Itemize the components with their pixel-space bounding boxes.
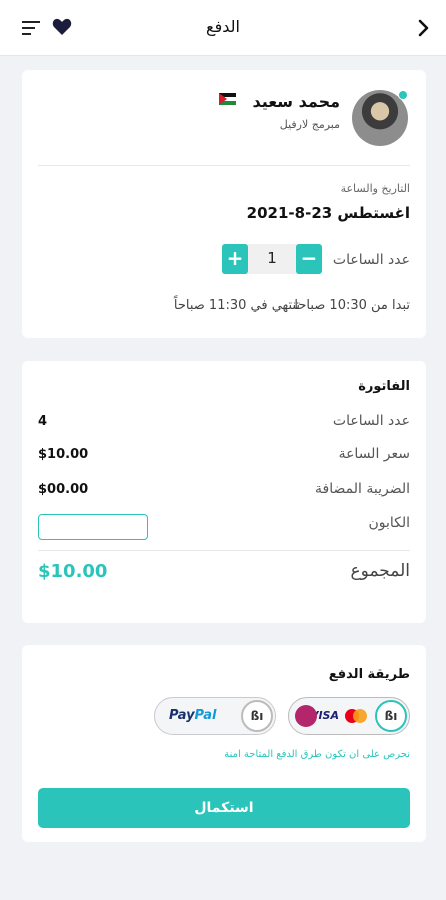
date-label: التاريخ والساعة: [340, 182, 410, 195]
wallet-icon: [295, 705, 317, 727]
date-value: اغستطس 23-8-2021: [246, 204, 410, 222]
divider: [38, 165, 410, 166]
paypal-logo: PayPal: [169, 708, 216, 723]
invoice-title: الفاتورة: [358, 379, 410, 394]
teacher-booking-card: محمد سعيد مبرمج لارفيل التاريخ والساعة ا…: [22, 70, 426, 338]
radio-logo-icon: ßı: [241, 700, 273, 732]
invoice-row-value: $00.00: [38, 482, 89, 497]
paypal-label-b: Pal: [194, 708, 217, 723]
selected-radio-logo-icon: ßı: [375, 700, 407, 732]
invoice-row-label: الضريبة المضافة: [315, 481, 410, 497]
hours-stepper: − 1 +: [222, 244, 322, 274]
payment-card: طريقة الدفع ßı VISA ßı PayPal نحرص على ا…: [22, 645, 426, 842]
mastercard-icon: [345, 709, 367, 723]
coupon-input[interactable]: [38, 514, 148, 540]
total-label: المجموع: [350, 561, 410, 581]
increment-button[interactable]: +: [222, 244, 248, 274]
invoice-row-value: $10.00: [38, 447, 89, 462]
continue-button[interactable]: استكمال: [38, 788, 410, 828]
payment-option-visa-mastercard[interactable]: ßı VISA: [288, 697, 410, 735]
app-header: الدفع: [0, 0, 446, 56]
invoice-row-label: سعر الساعة: [338, 446, 410, 462]
hours-value: 1: [267, 249, 277, 267]
paypal-label-a: Pay: [169, 708, 195, 723]
payment-title: طريقة الدفع: [328, 667, 410, 682]
start-time: تبدا من 10:30 صباحا: [294, 298, 410, 313]
invoice-row-value: 4: [38, 414, 48, 429]
online-status-dot: [398, 90, 408, 100]
divider: [38, 550, 410, 551]
end-time: تنتهي في 11:30 صباحاً: [173, 298, 300, 313]
teacher-role: مبرمج لارفيل: [279, 118, 340, 131]
decrement-button[interactable]: −: [296, 244, 322, 274]
total-value: $10.00: [38, 561, 108, 582]
heart-icon[interactable]: [52, 18, 72, 36]
hours-label: عدد الساعات: [332, 252, 410, 268]
jordan-flag-icon: [219, 93, 236, 105]
menu-icon[interactable]: [22, 20, 42, 36]
teacher-name: محمد سعيد: [252, 92, 340, 111]
payment-note: نحرص على ان تكون طرق الدفع المتاحة امنة: [224, 749, 410, 760]
payment-option-paypal[interactable]: ßı PayPal: [154, 697, 276, 735]
coupon-label: الكابون: [368, 515, 410, 531]
invoice-row-label: عدد الساعات: [332, 413, 410, 429]
invoice-card: الفاتورة عدد الساعات 4 سعر الساعة $10.00…: [22, 361, 426, 623]
